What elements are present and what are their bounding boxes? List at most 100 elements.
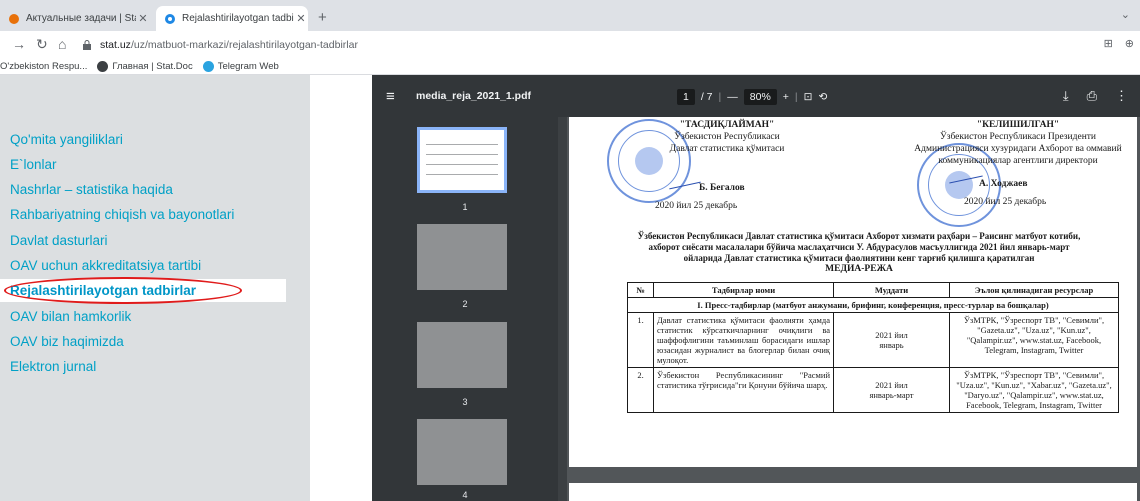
bookmark-telegram[interactable]: Telegram Web xyxy=(202,60,279,72)
page-total: / 7 xyxy=(700,91,713,103)
column-header: Эълон қилинадиган ресурслар xyxy=(949,282,1119,298)
approval-line: Давлат статистика қўмитаси xyxy=(669,144,785,154)
zoom-out-button[interactable]: — xyxy=(727,91,738,103)
sidebar-item-nashrlar[interactable]: Nashrlar – statistika haqida xyxy=(10,182,173,197)
approval-line: Администрацияси хузуридаги Ахборот ва ом… xyxy=(914,144,1122,154)
page-content: Qo'mita yangiliklari E`lonlar Nashrlar –… xyxy=(0,75,1140,501)
print-icon[interactable]: ⎙ xyxy=(1087,88,1097,104)
table-row: 2. Ўзбекистон Республикасининг "Расмий с… xyxy=(627,367,1119,413)
row-number: 1. xyxy=(627,312,654,368)
page-number-input[interactable]: 1 xyxy=(677,89,695,105)
thumbnail-page-4[interactable] xyxy=(417,419,507,485)
tab-close-icon[interactable]: ✕ xyxy=(136,12,150,25)
event-name: Давлат статистика қўмитаси фаолияти ҳамд… xyxy=(653,312,834,368)
fit-page-icon[interactable]: ⊡ xyxy=(804,91,813,103)
toolbar-right-icons: ⊞ ⊕ xyxy=(1104,37,1134,50)
thumbnail-page-2[interactable] xyxy=(417,224,507,290)
tab-title: Rejalashtirilayotgan tadbirlar xyxy=(182,13,294,24)
section-heading: I. Пресс-тадбирлар (матбуот анжумани, бр… xyxy=(627,297,1119,313)
new-tab-button[interactable]: + xyxy=(318,9,327,26)
statuz-favicon-icon xyxy=(164,13,176,25)
title-line: ойларида Давлат статистика қўмитаси фаол… xyxy=(683,253,1035,263)
thumbnail-line xyxy=(426,174,498,175)
rotate-icon[interactable]: ⟲ xyxy=(818,91,827,103)
sidebar-item-davlat-dasturlari[interactable]: Davlat dasturlari xyxy=(10,233,108,248)
term-month: январь xyxy=(879,340,904,350)
tab-rejalashtirilayotgan[interactable]: Rejalashtirilayotgan tadbirlar ✕ xyxy=(156,6,308,31)
event-resources: ЎзМТРК, "Ўзреспорт ТВ", "Севимли", "Uza.… xyxy=(949,367,1119,413)
tab-close-icon[interactable]: ✕ xyxy=(294,12,308,25)
pdf-page-next xyxy=(569,483,1137,501)
document-title: Ўзбекистон Республикаси Давлат статистик… xyxy=(599,231,1119,264)
back-icon[interactable]: → xyxy=(12,36,26,52)
thumbnail-scrollbar[interactable] xyxy=(558,117,567,501)
tab-statdoc[interactable]: Актуальные задачи | Stat.Doc ✕ xyxy=(0,6,150,31)
pdf-toolbar: ≡ media_reja_2021_1.pdf 1 / 7 | — 80% + … xyxy=(372,75,1140,117)
more-options-icon[interactable]: ⋮ xyxy=(1115,88,1128,104)
sidebar-item-elektron-jurnal[interactable]: Elektron jurnal xyxy=(10,359,96,374)
approval-line: коммуникациялар агентлиги директори xyxy=(938,156,1098,166)
zoom-in-button[interactable]: + xyxy=(783,91,789,103)
sidebar-item-elonlar[interactable]: E`lonlar xyxy=(10,157,57,172)
approval-block-left: "ТАСДИҚЛАЙМАН" Ўзбекистон Республикаси Д… xyxy=(617,119,837,155)
pdf-toolbar-right: ⤓ ⎙ ⋮ xyxy=(1063,88,1128,104)
term-month: январь-март xyxy=(869,390,914,400)
bookmark-uzbekiston[interactable]: O'zbekiston Respu... xyxy=(0,61,87,72)
table-section-row: I. Пресс-тадбирлар (матбуот анжумани, бр… xyxy=(627,297,1119,313)
translate-icon[interactable]: ⊞ xyxy=(1104,37,1113,50)
thumbnail-number: 4 xyxy=(462,490,468,500)
event-term: 2021 йил январь-март xyxy=(833,367,950,413)
thumbnail-page-3[interactable] xyxy=(417,322,507,388)
table-row: 1. Давлат статистика қўмитаси фаолияти ҳ… xyxy=(627,312,1119,368)
media-plan-table: № Тадбирлар номи Муддати Эълон қилинадиг… xyxy=(627,282,1119,413)
toolbar-separator: | xyxy=(718,91,722,103)
column-header: Муддати xyxy=(833,282,950,298)
row-number: 2. xyxy=(627,367,654,413)
event-resources: ЎзМТРК, "Ўзреспорт ТВ", "Севимли", "Gaze… xyxy=(949,312,1119,368)
zoom-input[interactable]: 80% xyxy=(743,89,777,105)
bookmark-label: O'zbekiston Respu... xyxy=(0,60,88,72)
reload-icon[interactable]: ↻ xyxy=(36,36,48,53)
signer-left: Б. Бегалов xyxy=(699,183,745,193)
thumbnail-page-1[interactable] xyxy=(417,127,507,193)
menu-icon[interactable]: ≡ xyxy=(386,88,395,105)
approval-line: Ўзбекистон Республикаси Президенти xyxy=(939,132,1097,142)
thumbnail-line xyxy=(426,154,498,155)
pdf-page: "ТАСДИҚЛАЙМАН" Ўзбекистон Республикаси Д… xyxy=(569,117,1137,467)
download-icon[interactable]: ⤓ xyxy=(1063,88,1069,104)
date-left: 2020 йил 25 декабрь xyxy=(655,201,738,211)
bookmark-statdoc[interactable]: Главная | Stat.Doc xyxy=(97,60,193,72)
home-icon[interactable]: ⌂ xyxy=(58,36,66,52)
thumbnail-number: 1 xyxy=(462,202,468,212)
thumbnail-sidebar: 1 2 3 4 xyxy=(372,117,558,501)
browser-toolbar: → ↻ ⌂ stat.uz /uz/matbuot-markazi/rejala… xyxy=(0,31,1140,58)
tab-title: Актуальные задачи | Stat.Doc xyxy=(26,13,136,24)
term-year: 2021 йил xyxy=(875,330,908,340)
statdoc-bookmark-icon xyxy=(97,60,109,72)
zoom-icon[interactable]: ⊕ xyxy=(1125,37,1134,50)
title-line: ахборот сиёсати масалалари бўйича маслаҳ… xyxy=(648,242,1070,252)
term-year: 2021 йил xyxy=(875,380,908,390)
pdf-viewer: ≡ media_reja_2021_1.pdf 1 / 7 | — 80% + … xyxy=(372,75,1140,501)
toolbar-separator: | xyxy=(794,91,798,103)
browser-chrome: Актуальные задачи | Stat.Doc ✕ Rejalasht… xyxy=(0,0,1140,74)
sidebar-item-rahbariyat[interactable]: Rahbariyatning chiqish va bayonotlari xyxy=(10,207,234,222)
sidebar-item-rejalashtirilayotgan[interactable]: Rejalashtirilayotgan tadbirlar xyxy=(0,279,286,302)
address-bar[interactable]: stat.uz /uz/matbuot-markazi/rejalashtiri… xyxy=(82,34,1092,55)
seal-emblem xyxy=(945,171,973,199)
sidebar-item-oav-biz-haqimizda[interactable]: OAV biz haqimizda xyxy=(10,334,124,349)
column-header: № xyxy=(627,282,654,298)
approval-heading: "КЕЛИШИЛГАН" xyxy=(976,120,1060,130)
thumbnail-number: 2 xyxy=(462,299,468,309)
approval-block-right: "КЕЛИШИЛГАН" Ўзбекистон Республикаси Пре… xyxy=(899,119,1137,167)
sidebar-item-oav-hamkorlik[interactable]: OAV bilan hamkorlik xyxy=(10,309,131,324)
pdf-page-controls: 1 / 7 | — 80% + | ⊡ ⟲ xyxy=(677,89,827,105)
tab-strip: Актуальные задачи | Stat.Doc ✕ Rejalasht… xyxy=(0,0,1140,31)
sidebar-nav: Qo'mita yangiliklari E`lonlar Nashrlar –… xyxy=(0,75,310,501)
url-host: stat.uz xyxy=(100,38,131,51)
statdoc-favicon-icon xyxy=(8,13,20,25)
sidebar-item-akkreditatsiya[interactable]: OAV uchun akkreditatsiya tartibi xyxy=(10,258,201,273)
tab-search-icon[interactable]: ⌄ xyxy=(1121,8,1130,21)
telegram-icon xyxy=(202,60,214,72)
sidebar-item-qomita-yangiliklari[interactable]: Qo'mita yangiliklari xyxy=(10,132,123,147)
